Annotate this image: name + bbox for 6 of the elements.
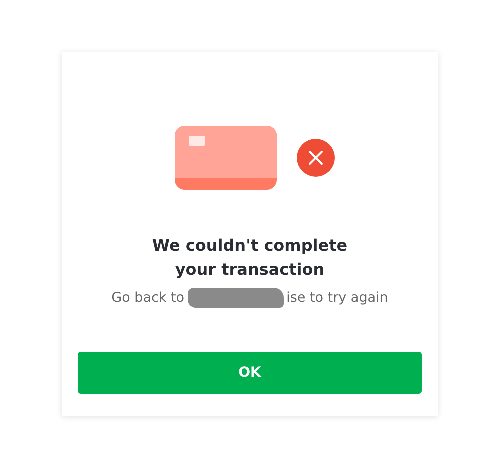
error-icon <box>297 139 335 177</box>
message-text: ise to try again <box>286 290 388 306</box>
message-text: Go back to <box>112 290 185 306</box>
credit-card-icon <box>175 126 277 190</box>
ok-button[interactable]: OK <box>78 352 422 394</box>
dialog-title: We couldn't complete your transaction <box>151 235 349 281</box>
